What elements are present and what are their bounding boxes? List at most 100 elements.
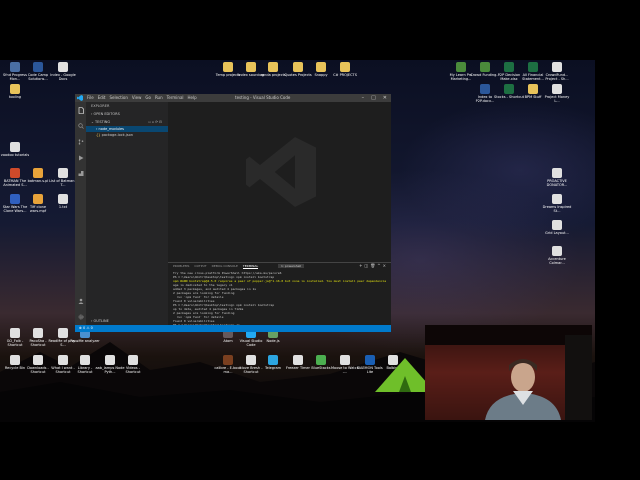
maximize-icon[interactable]: □	[371, 94, 376, 102]
desktop-icon-label: tooling	[8, 95, 22, 99]
file-icon	[552, 194, 562, 204]
tree-item-package-lock[interactable]: {} package-lock.json	[86, 132, 168, 138]
folder-section-testing[interactable]: ⌄ TESTING ▫▫⟳⊟	[86, 118, 168, 126]
file-icon	[33, 355, 43, 365]
desktop-icon-label: Grid Layout...	[545, 231, 569, 235]
menu-selection[interactable]: Selection	[109, 95, 127, 100]
file-icon	[552, 84, 562, 94]
desktop-icon-label: Dreams Inspired St...	[542, 205, 572, 213]
file-icon	[340, 355, 350, 365]
menu-help[interactable]: Help	[188, 95, 197, 100]
terminal-panel: PROBLEMS OUTPUT DEBUG CONSOLE TERMINAL 1…	[168, 262, 391, 328]
open-editors-label: OPEN EDITORS	[93, 112, 120, 116]
file-icon	[528, 62, 538, 72]
desktop-icon-label: 1.txt	[58, 205, 68, 209]
file-icon	[80, 355, 90, 365]
file-icon	[268, 62, 278, 72]
desktop-icon[interactable]: Accenture Colmar...	[542, 246, 572, 265]
file-icon	[365, 355, 375, 365]
file-icon	[456, 62, 466, 72]
window-title: testing - Visual Studio Code	[235, 95, 291, 100]
file-icon	[528, 84, 538, 94]
file-icon	[58, 194, 68, 204]
desktop-icon[interactable]: CrowdFund... Project - Sh...	[542, 62, 572, 81]
webcam-overlay	[425, 325, 592, 420]
account-icon[interactable]	[75, 293, 86, 309]
file-icon	[10, 142, 20, 152]
file-icon	[10, 194, 20, 204]
file-icon	[480, 62, 490, 72]
tab-output[interactable]: OUTPUT	[194, 264, 206, 269]
tab-problems[interactable]: PROBLEMS	[173, 264, 189, 269]
desktop-icon[interactable]: Project Money L...	[542, 84, 572, 103]
desktop-icon-label: Node.js	[266, 339, 280, 343]
run-debug-icon[interactable]	[75, 150, 86, 166]
close-icon[interactable]: ✕	[383, 94, 387, 102]
close-panel-icon[interactable]: ×	[383, 263, 388, 268]
desktop-icon[interactable]: voodoo tutorials	[0, 142, 30, 157]
desktop-icon-label: Project Money L...	[544, 95, 570, 103]
menu-run[interactable]: Run	[155, 95, 163, 100]
activity-bar	[75, 102, 86, 325]
terminal-actions: +◫🗑^×	[359, 263, 388, 268]
file-icon	[10, 355, 20, 365]
file-icon	[316, 62, 326, 72]
desktop-icon-label: voodoo tutorials	[0, 153, 30, 157]
vscode-logo-icon	[77, 95, 83, 101]
desktop-icon[interactable]: Index - Google Docs	[48, 62, 78, 81]
file-icon	[58, 62, 68, 72]
file-icon	[480, 84, 490, 94]
tab-debug-console[interactable]: DEBUG CONSOLE	[212, 264, 238, 269]
title-bar: File Edit Selection View Go Run Terminal…	[75, 94, 391, 102]
file-icon	[504, 84, 514, 94]
file-icon	[340, 62, 350, 72]
desktop-icon[interactable]: Videos - Shortcut	[118, 355, 148, 374]
open-editors-section[interactable]: › OPEN EDITORS	[86, 110, 168, 118]
source-control-icon[interactable]	[75, 134, 86, 150]
desktop-icon[interactable]: C# PROJECTS	[330, 62, 360, 77]
window-controls: – □ ✕	[362, 94, 387, 102]
desktop-icon[interactable]: tooling	[0, 84, 30, 99]
desktop-icon[interactable]: Grid Layout...	[542, 220, 572, 235]
menu-file[interactable]: File	[87, 95, 94, 100]
tab-terminal[interactable]: TERMINAL	[242, 264, 259, 269]
file-icon	[504, 62, 514, 72]
file-icon	[552, 246, 562, 256]
editor-area[interactable]	[168, 102, 391, 262]
settings-gear-icon[interactable]	[75, 309, 86, 325]
file-icon	[268, 355, 278, 365]
search-icon[interactable]	[75, 118, 86, 134]
minimize-icon[interactable]: –	[362, 94, 365, 102]
desktop-icon-label: Index - Google Docs	[50, 73, 76, 81]
desktop-icon-label: CrowdFund... Project - Sh...	[545, 73, 569, 81]
file-icon	[293, 355, 303, 365]
file-icon	[246, 355, 256, 365]
menu-edit[interactable]: Edit	[98, 95, 106, 100]
tree-item-label: package-lock.json	[101, 133, 133, 137]
menu-go[interactable]: Go	[145, 95, 151, 100]
file-icon	[33, 194, 43, 204]
file-icon	[58, 355, 68, 365]
desktop-icon[interactable]: PROACTIVE DONATOR...	[542, 168, 572, 187]
menu-view[interactable]: View	[132, 95, 142, 100]
desktop-icon-label: Videos - Shortcut	[125, 366, 141, 374]
file-icon	[10, 84, 20, 94]
file-icon	[33, 328, 43, 338]
outline-label: OUTLINE	[93, 319, 109, 323]
json-file-icon: {}	[96, 133, 101, 137]
desktop-icon[interactable]: 1.txt	[48, 194, 78, 209]
desktop-icon[interactable]: Dreams Inspired St...	[542, 194, 572, 213]
explorer-icon[interactable]	[75, 102, 86, 118]
desktop-icon-label: PacoMe analyzer	[70, 339, 100, 343]
menu-terminal[interactable]: Terminal	[167, 95, 184, 100]
terminal-select[interactable]: 1: powershell	[278, 264, 305, 268]
file-icon	[128, 355, 138, 365]
outline-section[interactable]: › OUTLINE	[86, 317, 114, 325]
folder-actions: ▫▫⟳⊟	[148, 120, 163, 124]
file-icon	[58, 168, 68, 178]
problems-count[interactable]: ⊗ 0 ⚠ 0	[79, 326, 93, 330]
file-icon	[246, 62, 256, 72]
extensions-icon[interactable]	[75, 166, 86, 182]
desktop-icon[interactable]: List of Batman - T...	[48, 168, 78, 187]
terminal-output[interactable]: Try the new cross-platform PowerShell ht…	[168, 270, 391, 328]
